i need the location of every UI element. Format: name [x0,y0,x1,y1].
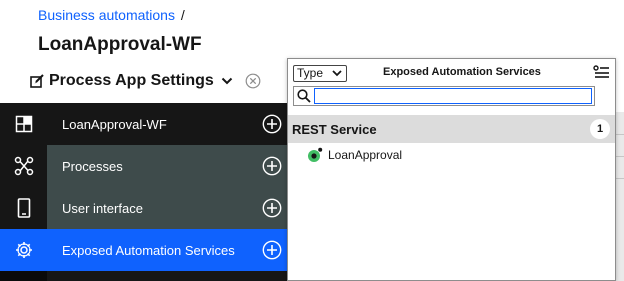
add-circle-icon[interactable] [262,240,282,260]
background-table-edge [615,112,624,281]
sidebar-item-processes[interactable]: Processes [0,145,288,187]
search-icon [294,87,314,105]
popover-title: Exposed Automation Services [383,66,541,78]
add-circle-icon[interactable] [262,114,282,134]
group-count-badge: 1 [590,119,610,139]
breadcrumb-link[interactable]: Business automations [38,7,175,23]
sidebar-item-label: Processes [47,145,288,187]
close-circle-icon[interactable] [245,73,261,89]
dashboard-icon [0,103,47,145]
sidebar: LoanApproval-WF Processes User interface… [0,103,288,281]
page-title: LoanApproval-WF [38,34,202,55]
mobile-icon [0,187,47,229]
sidebar-item-label: Exposed Automation Services [47,229,288,271]
flow-icon [0,145,47,187]
service-label: LoanApproval [328,148,403,162]
popover-header: Type Exposed Automation Services [293,63,611,83]
rest-service-group[interactable]: REST Service 1 [288,115,615,143]
type-select[interactable]: Type [293,64,347,82]
add-circle-icon[interactable] [262,156,282,176]
process-app-settings-label: Process App Settings [49,72,214,89]
process-app-settings-menu[interactable]: Process App Settings [29,70,261,92]
sidebar-item-label: LoanApproval-WF [47,103,288,145]
sidebar-next-item [0,271,288,281]
filter-list-icon[interactable] [593,64,611,85]
sidebar-item-label: User interface [47,187,288,229]
gear-network-icon [0,229,47,271]
chevron-down-icon[interactable] [221,76,233,86]
breadcrumb-separator: / [180,7,185,23]
chevron-down-icon [332,70,342,77]
service-status-icon [307,147,323,163]
type-select-value: Type [297,66,324,80]
exposed-services-popover: Type Exposed Automation Services REST Se… [287,58,616,281]
sidebar-item-user-interface[interactable]: User interface [0,187,288,229]
app-root: Business automations / LoanApproval-WF P… [0,0,624,281]
add-circle-icon[interactable] [262,198,282,218]
search-field [293,86,595,106]
edit-icon [29,73,45,89]
sidebar-item-exposed-automation-services[interactable]: Exposed Automation Services [0,229,288,271]
group-label: REST Service [292,121,377,137]
search-input[interactable] [314,88,592,104]
sidebar-item-loanapproval-wf[interactable]: LoanApproval-WF [0,103,288,145]
breadcrumb: Business automations / [38,7,185,23]
list-item[interactable]: LoanApproval [307,146,402,164]
